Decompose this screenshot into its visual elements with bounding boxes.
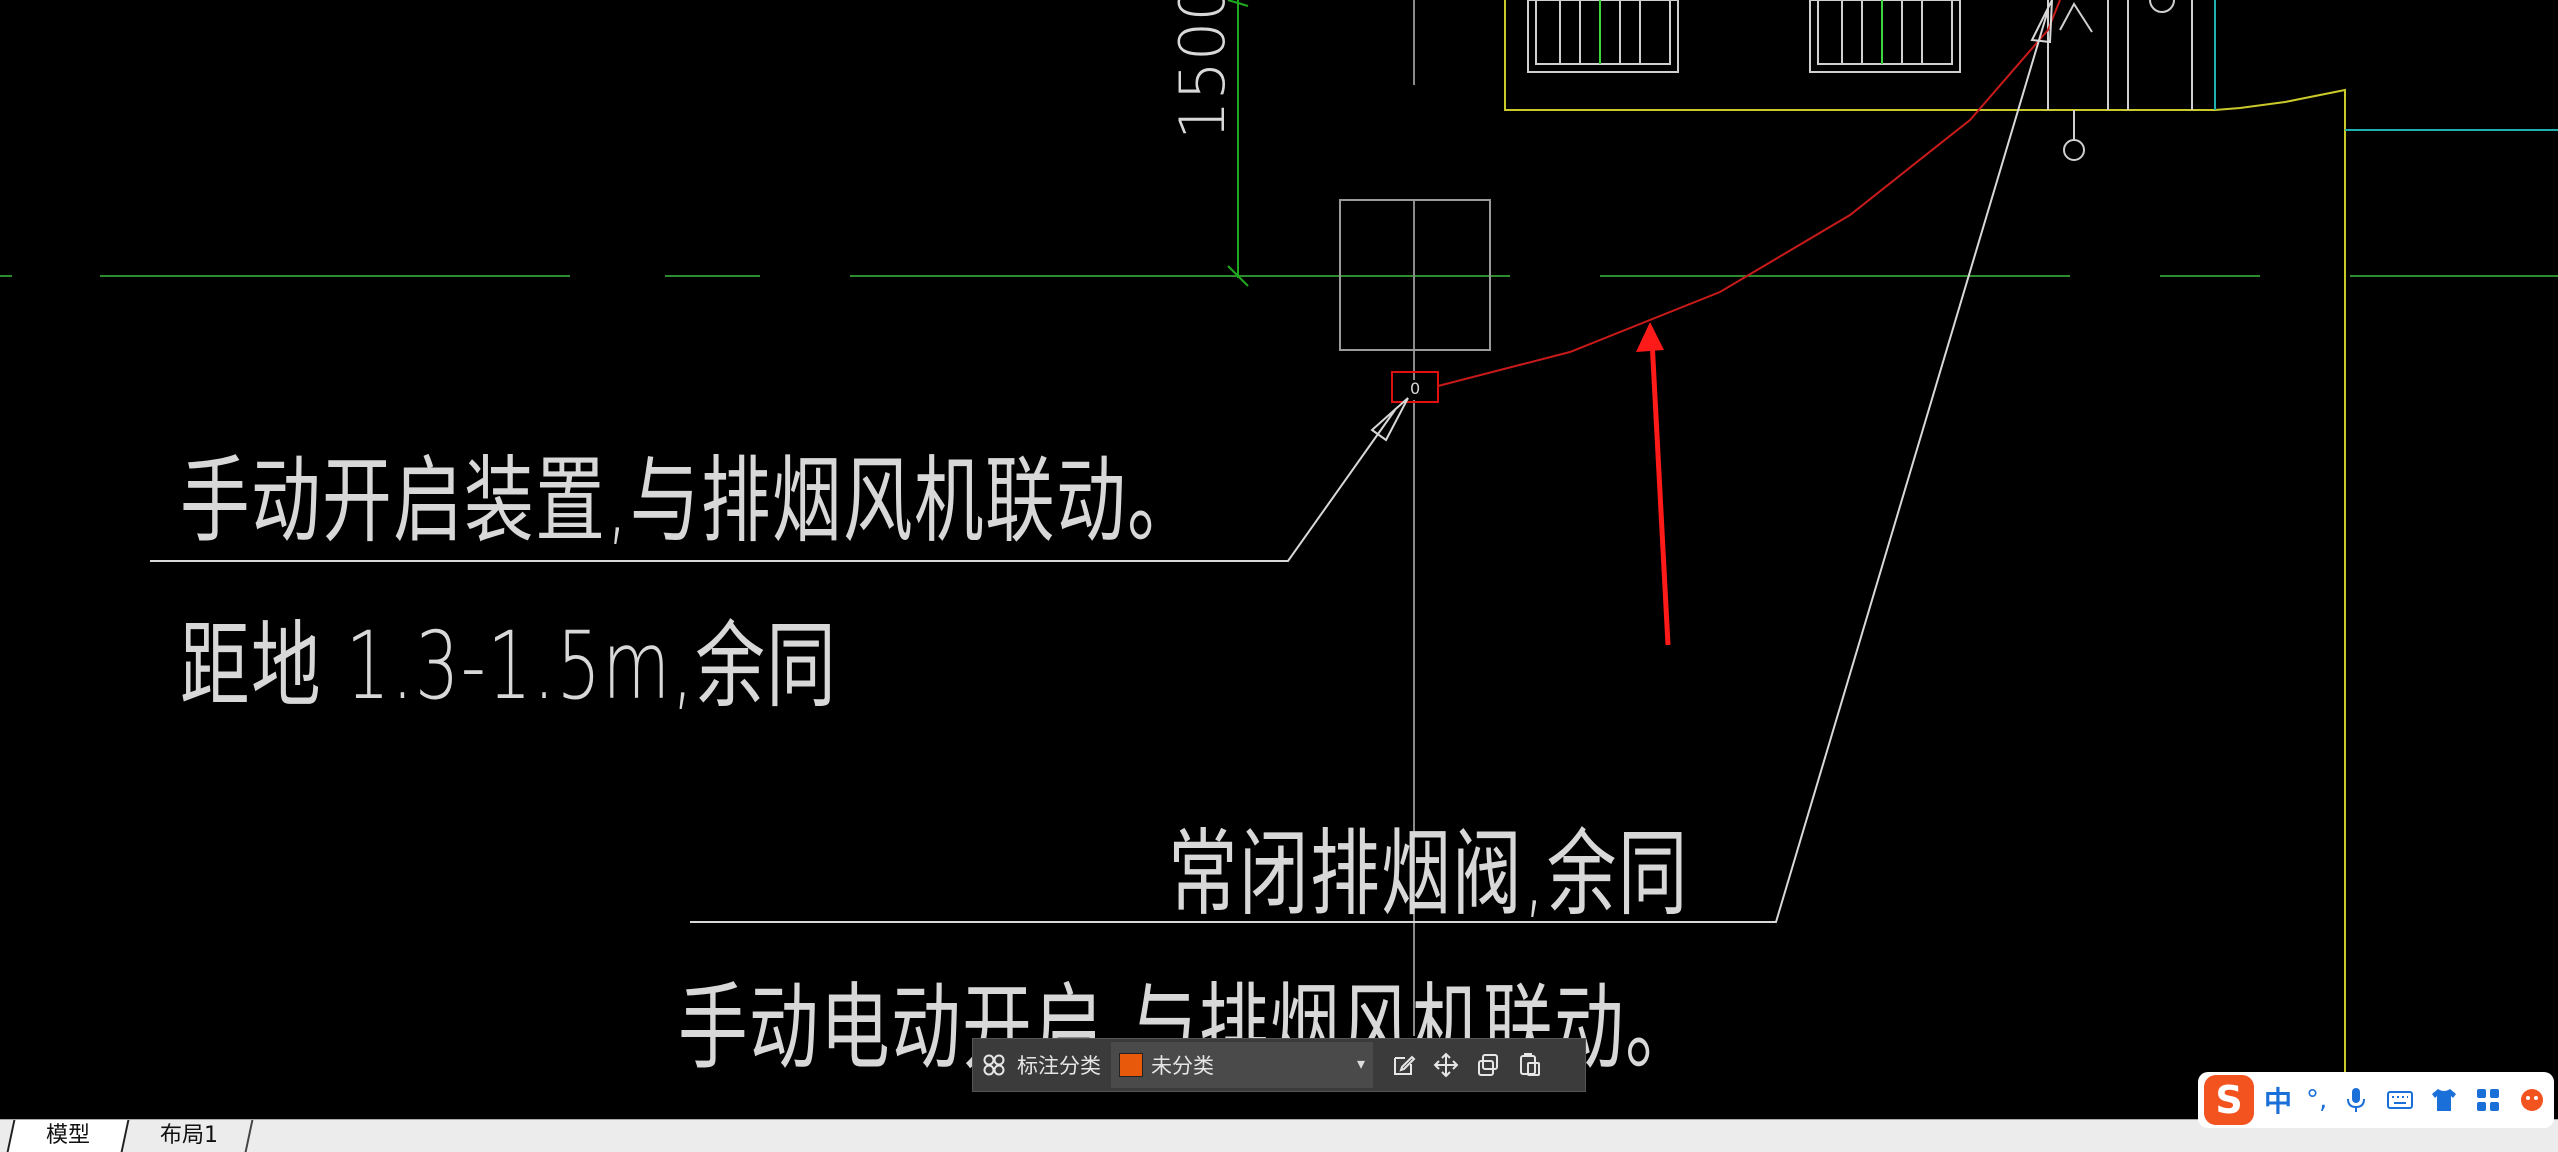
annotation-toolbar: 标注分类 未分类 ▾ (972, 1038, 1586, 1092)
svg-text:0: 0 (1410, 379, 1420, 398)
window-accent (1599, 0, 1883, 64)
annotation-smoke-valve: 常闭排烟阀,余同 (1168, 820, 1689, 929)
mascot-icon[interactable] (2517, 1085, 2547, 1115)
highlight-arrow (1636, 322, 1671, 646)
keyboard-icon[interactable] (2385, 1085, 2415, 1115)
ime-status-bar: S 中 °, (2198, 1072, 2554, 1128)
move-icon[interactable] (1425, 1039, 1467, 1091)
chevron-down-icon: ▾ (1356, 1054, 1365, 1073)
control-cable (1437, 0, 2061, 387)
tab-model[interactable]: 模型 (6, 1120, 130, 1152)
annotation-manual-opener: 手动开启装置,与排烟风机联动。 (180, 447, 1199, 556)
category-value: 未分类 (1151, 1054, 1214, 1078)
microphone-icon[interactable] (2341, 1085, 2371, 1115)
toolbox-icon[interactable] (2473, 1085, 2503, 1115)
annotation-mount-height: 距地 1.3-1.5m,余同 (180, 612, 838, 721)
ime-language-toggle[interactable]: 中 (2264, 1080, 2292, 1120)
punctuation-icon[interactable]: °, (2306, 1085, 2327, 1115)
window-louvre (1527, 0, 1961, 73)
ime-logo-icon[interactable]: S (2204, 1075, 2254, 1125)
tab-layout1[interactable]: 布局1 (126, 1120, 254, 1152)
shaft-outline (2047, 0, 2193, 161)
paste-icon[interactable] (1509, 1039, 1551, 1091)
wall-line (2214, 0, 2558, 131)
layout-tab-bar: 模型 布局1 (0, 1119, 2558, 1152)
category-label: 标注分类 (1017, 1054, 1101, 1078)
edit-icon[interactable] (1383, 1039, 1425, 1091)
dimension-text: 1500 (1166, 0, 1239, 140)
skin-icon[interactable] (2429, 1085, 2459, 1115)
category-grid-icon[interactable] (973, 1039, 1015, 1091)
copy-icon[interactable] (1467, 1039, 1509, 1091)
category-color-swatch (1119, 1053, 1143, 1077)
category-select[interactable]: 未分类 ▾ (1111, 1042, 1373, 1088)
